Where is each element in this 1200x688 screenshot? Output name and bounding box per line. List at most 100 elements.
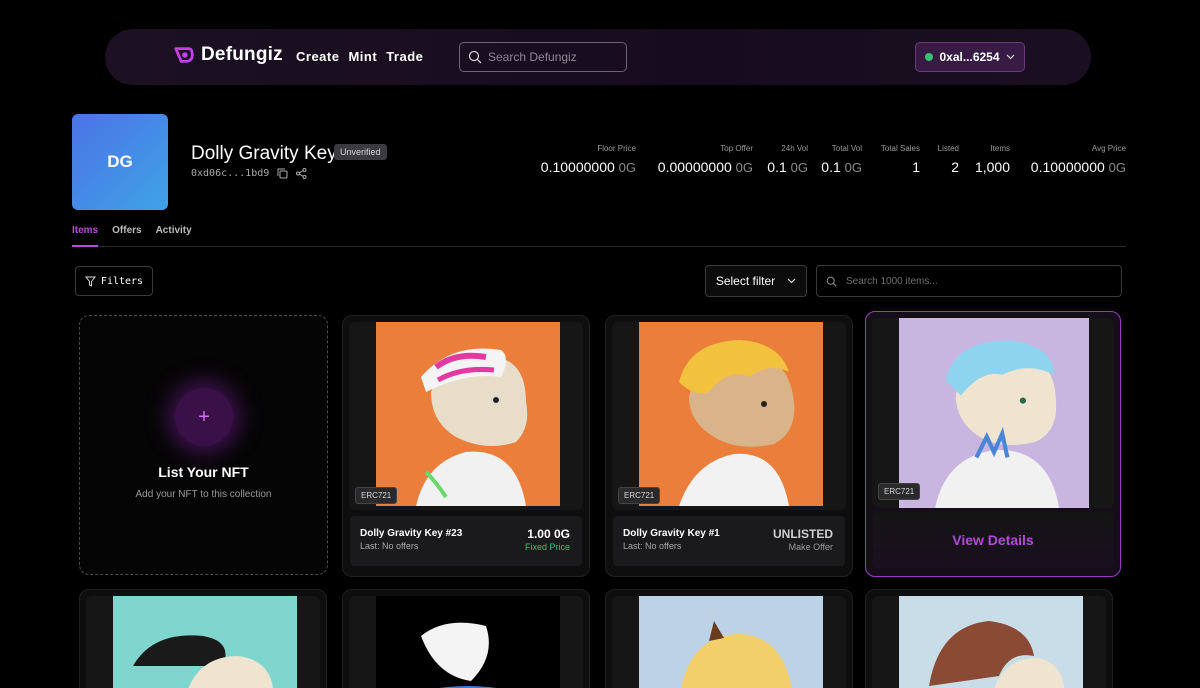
items-search[interactable]	[816, 265, 1122, 297]
nft-card[interactable]: ERC721 Dolly Gravity Key #1 Last: No off…	[605, 315, 853, 577]
tab-activity[interactable]: Activity	[156, 225, 192, 236]
stat-unit: 0G	[618, 160, 636, 175]
stat-24h-vol: 24h Vol 0.1 0G	[767, 144, 808, 175]
stat-items: Items 1,000	[975, 144, 1010, 175]
list-nft-title: List Your NFT	[158, 464, 249, 480]
nft-artwork-image	[376, 322, 560, 506]
nft-artwork-image	[113, 596, 297, 688]
stat-total-vol: Total Vol 0.1 0G	[821, 144, 862, 175]
brand-name: Defungiz	[201, 44, 283, 65]
view-details-button[interactable]: View Details	[873, 512, 1113, 568]
filters-button[interactable]: Filters	[75, 266, 153, 296]
global-search-input[interactable]	[488, 50, 618, 64]
contract-address: 0xd06c...1bd9	[191, 168, 307, 179]
plus-icon[interactable]: +	[175, 388, 233, 446]
stat-total-sales: Total Sales 1	[881, 144, 920, 175]
nav-create[interactable]: Create	[296, 49, 339, 64]
nft-image-frame	[86, 596, 320, 688]
stat-label: Listed	[937, 144, 959, 153]
stat-unit: 0G	[735, 160, 753, 175]
stat-value: 0.00000000	[657, 159, 732, 175]
stat-label: Avg Price	[1091, 144, 1126, 153]
nav-mint[interactable]: Mint	[348, 49, 377, 64]
stat-value: 0.1	[821, 159, 841, 175]
nft-info-panel: Dolly Gravity Key #1 Last: No offers UNL…	[613, 516, 845, 566]
nft-last-offer: Last: No offers	[623, 541, 682, 551]
nft-card[interactable]	[79, 589, 327, 688]
collection-avatar: DG	[72, 114, 168, 210]
nft-card-hovered[interactable]: ERC721 View Details	[865, 311, 1121, 577]
stat-avg-price: Avg Price 0.10000000 0G	[1031, 144, 1126, 175]
nft-image-frame: ERC721	[349, 322, 583, 510]
nav-links: Create Mint Trade	[296, 49, 423, 64]
select-filter-dropdown[interactable]: Select filter	[705, 265, 807, 297]
nft-card[interactable]	[605, 589, 853, 688]
stat-label: Floor Price	[597, 144, 636, 153]
select-filter-label: Select filter	[715, 274, 776, 288]
stat-value: 0.1	[767, 159, 787, 175]
chevron-down-icon	[1006, 54, 1014, 60]
nft-name: Dolly Gravity Key #23	[360, 528, 463, 539]
stat-label: Top Offer	[720, 144, 753, 153]
nft-price-type: Make Offer	[788, 542, 833, 552]
stat-unit: 0G	[844, 160, 862, 175]
nft-card[interactable]	[865, 589, 1113, 688]
stat-label: 24h Vol	[781, 144, 808, 153]
nft-last-offer: Last: No offers	[360, 541, 419, 551]
collection-name: Dolly Gravity Key	[191, 143, 337, 164]
nft-name: Dolly Gravity Key #1	[623, 528, 720, 539]
nft-card[interactable]: ERC721 Dolly Gravity Key #23 Last: No of…	[342, 315, 590, 577]
stat-label: Total Sales	[880, 144, 920, 153]
stat-value: 2	[951, 159, 959, 175]
nft-card[interactable]	[342, 589, 590, 688]
nft-artwork-image	[639, 596, 823, 688]
token-standard-badge: ERC721	[618, 487, 661, 504]
top-nav: Defungiz Create Mint Trade 0xal...6254	[105, 29, 1091, 85]
wallet-address: 0xal...6254	[939, 50, 1000, 64]
tab-offers[interactable]: Offers	[112, 225, 141, 236]
stat-value: 0.10000000	[1030, 159, 1105, 175]
copy-icon[interactable]	[277, 168, 288, 179]
nft-image-frame: ERC721	[872, 318, 1114, 508]
collection-tabs: Items Offers Activity	[72, 225, 192, 236]
nft-artwork-image	[899, 596, 1083, 688]
tab-items[interactable]: Items	[72, 225, 98, 236]
nft-artwork-image	[376, 596, 560, 688]
search-icon	[826, 276, 837, 287]
stat-listed: Listed 2	[938, 144, 959, 175]
search-icon	[468, 50, 482, 64]
token-standard-badge: ERC721	[355, 487, 398, 504]
nft-image-frame	[612, 596, 846, 688]
stat-value: 1	[912, 159, 920, 175]
brand-logo[interactable]: Defungiz	[173, 44, 283, 66]
stat-label: Total Vol	[831, 144, 862, 153]
items-search-input[interactable]	[846, 275, 1106, 287]
nft-image-frame: ERC721	[612, 322, 846, 510]
nft-info-panel: Dolly Gravity Key #23 Last: No offers 1.…	[350, 516, 582, 566]
nft-artwork-image	[639, 322, 823, 506]
token-standard-badge: ERC721	[878, 483, 921, 500]
nft-image-frame	[872, 596, 1106, 688]
nft-price-type: Fixed Price	[524, 542, 570, 552]
connected-dot-icon	[925, 53, 934, 61]
filters-label: Filters	[100, 275, 144, 287]
nft-price: 1.00 0G	[527, 527, 570, 541]
stat-label: Items	[990, 144, 1010, 153]
stat-unit: 0G	[790, 160, 808, 175]
stat-value: 0.10000000	[540, 159, 615, 175]
active-tab-indicator	[72, 245, 98, 247]
stat-unit: 0G	[1108, 160, 1126, 175]
verification-badge: Unverified	[334, 144, 387, 160]
defungiz-logo-icon	[174, 47, 194, 63]
chevron-down-icon	[787, 278, 796, 284]
nav-trade[interactable]: Trade	[386, 49, 423, 64]
global-search[interactable]	[459, 42, 627, 72]
nft-price: UNLISTED	[773, 527, 833, 541]
stat-value: 1,000	[974, 159, 1010, 175]
wallet-button[interactable]: 0xal...6254	[915, 42, 1025, 72]
nft-image-frame	[349, 596, 583, 688]
share-icon[interactable]	[296, 168, 307, 179]
list-nft-card[interactable]: + List Your NFT Add your NFT to this col…	[79, 315, 328, 575]
tabs-divider	[72, 246, 1126, 247]
stat-top-offer: Top Offer 0.00000000 0G	[658, 144, 753, 175]
